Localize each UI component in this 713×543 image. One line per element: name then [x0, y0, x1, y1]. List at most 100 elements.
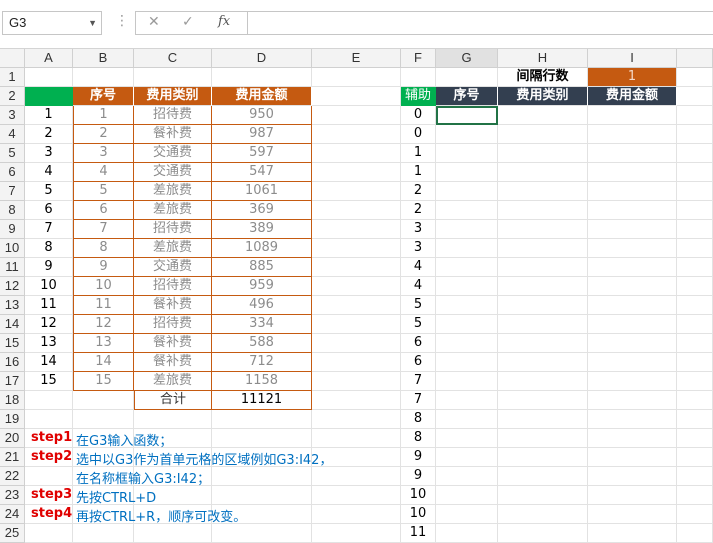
row-header-15[interactable]: 15 [0, 334, 25, 353]
grid-cell [312, 68, 401, 87]
table-cell: 547 [212, 163, 312, 182]
grid-cell [436, 353, 498, 372]
grid-cell [312, 334, 401, 353]
cancel-icon[interactable]: ✕ [148, 14, 160, 30]
grid-cell [677, 125, 713, 144]
row-header-23[interactable]: 23 [0, 486, 25, 505]
grid-cell [677, 201, 713, 220]
row-header-14[interactable]: 14 [0, 315, 25, 334]
row-header-8[interactable]: 8 [0, 201, 25, 220]
grid-cell [312, 505, 401, 524]
table-cell: 5 [73, 182, 134, 201]
grid-cell [312, 182, 401, 201]
output-header: 费用金额 [588, 87, 677, 106]
enter-icon[interactable]: ✓ [182, 14, 194, 30]
grid-cell [588, 353, 677, 372]
row-header-3[interactable]: 3 [0, 106, 25, 125]
column-header-f[interactable]: F [401, 49, 436, 68]
table-cell: 餐补费 [134, 334, 212, 353]
grid-cell [498, 182, 588, 201]
select-all-corner[interactable] [0, 49, 25, 68]
column-header-e[interactable]: E [312, 49, 401, 68]
helper-value: 5 [401, 296, 436, 315]
index-cell: 2 [25, 125, 73, 144]
grid-cell [498, 486, 588, 505]
grid-cell [498, 505, 588, 524]
row-header-20[interactable]: 20 [0, 429, 25, 448]
helper-value: 11 [401, 524, 436, 543]
row-header-22[interactable]: 22 [0, 467, 25, 486]
row-header-4[interactable]: 4 [0, 125, 25, 144]
table-cell: 2 [73, 125, 134, 144]
column-header-a[interactable]: A [25, 49, 73, 68]
row-header-1[interactable]: 1 [0, 68, 25, 87]
helper-value: 7 [401, 372, 436, 391]
row-header-19[interactable]: 19 [0, 410, 25, 429]
grid-cell [25, 467, 73, 486]
row-header-5[interactable]: 5 [0, 144, 25, 163]
table-cell: 9 [73, 258, 134, 277]
table-cell: 389 [212, 220, 312, 239]
grid-cell [677, 144, 713, 163]
grid-cell [498, 106, 588, 125]
table-cell: 差旅费 [134, 372, 212, 391]
row-header-7[interactable]: 7 [0, 182, 25, 201]
table-cell: 11 [73, 296, 134, 315]
grid-cell [677, 315, 713, 334]
grid-cell [677, 163, 713, 182]
table-cell: 8 [73, 239, 134, 258]
row-header-25[interactable]: 25 [0, 524, 25, 543]
step-label: step3 [31, 487, 73, 502]
row-header-17[interactable]: 17 [0, 372, 25, 391]
interval-value[interactable]: 1 [588, 68, 677, 87]
helper-value: 8 [401, 429, 436, 448]
table-cell: 餐补费 [134, 296, 212, 315]
column-header-b[interactable]: B [73, 49, 134, 68]
column-header-h[interactable]: H [498, 49, 588, 68]
row-header-13[interactable]: 13 [0, 296, 25, 315]
row-header-12[interactable]: 12 [0, 277, 25, 296]
name-box[interactable]: G3 ▼ [2, 11, 102, 35]
grid-cell [677, 410, 713, 429]
grid-cell [677, 524, 713, 543]
index-cell: 12 [25, 315, 73, 334]
row-header-11[interactable]: 11 [0, 258, 25, 277]
row-header-24[interactable]: 24 [0, 505, 25, 524]
helper-value: 10 [401, 505, 436, 524]
grid-cell [677, 391, 713, 410]
output-header: 序号 [436, 87, 498, 106]
more-options-icon[interactable]: ⋮ [115, 13, 129, 29]
selected-cell-g3[interactable] [436, 106, 498, 125]
helper-value: 2 [401, 182, 436, 201]
name-box-value: G3 [9, 15, 27, 30]
row-header-18[interactable]: 18 [0, 391, 25, 410]
step-label: step4 [31, 506, 73, 521]
table-cell: 4 [73, 163, 134, 182]
row-header-6[interactable]: 6 [0, 163, 25, 182]
row-header-16[interactable]: 16 [0, 353, 25, 372]
column-header-g[interactable]: G [436, 49, 498, 68]
grid-cell [436, 334, 498, 353]
total-value: 11121 [212, 391, 312, 410]
chevron-down-icon[interactable]: ▼ [88, 12, 97, 34]
grid-cell [677, 467, 713, 486]
grid-cell [677, 486, 713, 505]
fx-icon[interactable]: fx [218, 14, 230, 29]
helper-value: 2 [401, 201, 436, 220]
row-header-10[interactable]: 10 [0, 239, 25, 258]
row-header-9[interactable]: 9 [0, 220, 25, 239]
row-header-2[interactable]: 2 [0, 87, 25, 106]
formula-input[interactable] [247, 11, 713, 35]
grid-cell [312, 353, 401, 372]
row-header-21[interactable]: 21 [0, 448, 25, 467]
column-header-i[interactable]: I [588, 49, 677, 68]
grid-cell [677, 258, 713, 277]
index-cell: 4 [25, 163, 73, 182]
column-header-c[interactable]: C [134, 49, 212, 68]
grid-cell [498, 372, 588, 391]
table-cell: 588 [212, 334, 312, 353]
column-header-d[interactable]: D [212, 49, 312, 68]
helper-value: 3 [401, 220, 436, 239]
grid-cell [588, 448, 677, 467]
grid-cell [401, 68, 436, 87]
